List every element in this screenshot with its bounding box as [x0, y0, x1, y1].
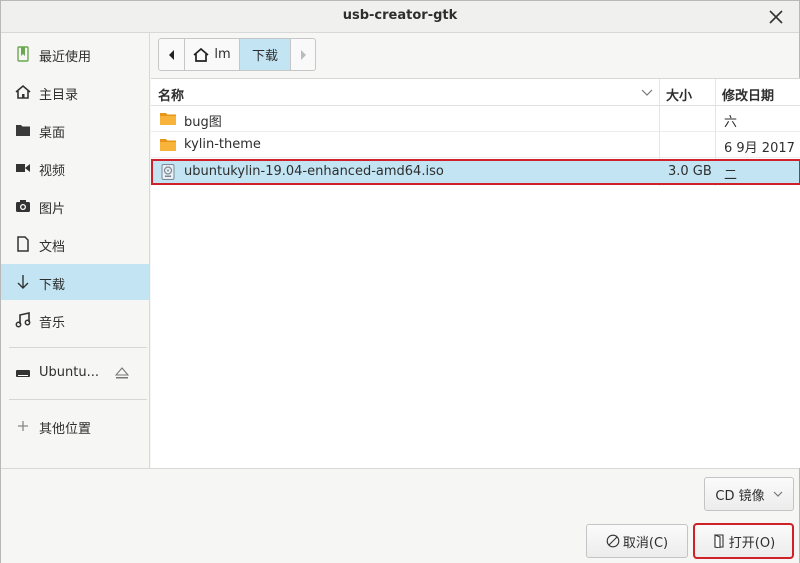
path-forward-button[interactable] [291, 39, 315, 70]
column-header-name[interactable]: 名称 [158, 85, 184, 104]
recent-icon [17, 46, 29, 62]
open-label: 打开(O) [728, 535, 776, 551]
eject-icon[interactable] [115, 367, 129, 380]
places-sidebar: 最近使用 主目录 桌面 视频 图片 文档 下载 音乐 Ubuntu... 其他位… [1, 33, 150, 468]
file-modified: 6 9月 2017 [724, 141, 795, 156]
camera-icon [16, 200, 30, 212]
path-bar: lm 下载 [158, 38, 316, 71]
chevron-left-icon [168, 49, 174, 60]
sidebar-item-label: 图片 [39, 202, 66, 217]
column-header-size[interactable]: 大小 [666, 85, 692, 104]
open-door-icon [714, 534, 724, 548]
sidebar-item-device[interactable]: Ubuntu... [1, 355, 149, 391]
chevron-down-icon[interactable] [641, 88, 653, 98]
file-modified: 六 [724, 115, 738, 130]
file-size: 3.0 GB [668, 164, 712, 179]
sidebar-item-home[interactable]: 主目录 [1, 74, 149, 110]
chevron-right-icon [301, 49, 306, 60]
file-name: ubuntukylin-19.04-enhanced-amd64.iso [184, 164, 444, 179]
plus-icon [18, 421, 28, 431]
sidebar-item-label: 音乐 [39, 316, 66, 331]
file-name: kylin-theme [184, 137, 261, 152]
title-bar: usb-creator-gtk [1, 1, 799, 33]
file-list-header: 名称 大小 修改日期 [151, 79, 800, 106]
disc-image-icon [161, 164, 175, 180]
file-name: bug图 [184, 115, 222, 130]
path-back-button[interactable] [159, 39, 185, 70]
file-row[interactable]: bug图 六 [151, 106, 800, 132]
cancel-label: 取消(C) [622, 535, 669, 551]
folder-icon [16, 125, 30, 136]
document-icon [17, 236, 29, 252]
folder-icon [160, 139, 176, 151]
file-type-filter-dropdown[interactable]: CD 镜像 [704, 477, 794, 511]
sidebar-item-label: 主目录 [39, 88, 79, 103]
sidebar-item-other-locations[interactable]: 其他位置 [1, 408, 149, 444]
filter-selected-label: CD 镜像 [715, 488, 765, 504]
home-icon [15, 84, 31, 99]
chevron-down-icon [773, 491, 783, 497]
path-home-label: lm [214, 47, 231, 62]
open-button[interactable]: 打开(O) [693, 523, 794, 559]
video-icon [16, 164, 30, 172]
sidebar-item-label: 视频 [39, 164, 66, 179]
sidebar-item-recent[interactable]: 最近使用 [1, 36, 149, 72]
folder-icon [160, 113, 176, 125]
cancel-button[interactable]: 取消(C) [586, 524, 688, 558]
file-modified: 二 [724, 168, 738, 183]
file-row-selected[interactable]: ubuntukylin-19.04-enhanced-amd64.iso 3.0… [151, 159, 800, 185]
home-icon [193, 47, 209, 62]
column-header-modified[interactable]: 修改日期 [722, 85, 774, 104]
file-list: 名称 大小 修改日期 bug图 六 kylin-theme 6 9月 2017 … [151, 78, 800, 468]
sidebar-item-music[interactable]: 音乐 [1, 302, 149, 338]
dialog-action-area: CD 镜像 取消(C) 打开(O) [1, 468, 799, 563]
sidebar-item-label: 桌面 [39, 126, 66, 141]
close-icon[interactable] [767, 8, 785, 26]
file-row[interactable]: kylin-theme 6 9月 2017 [151, 132, 800, 158]
file-chooser-window: usb-creator-gtk 最近使用 主目录 桌面 视频 图片 文档 下载 … [0, 0, 800, 563]
path-current-button[interactable]: 下载 [240, 39, 291, 70]
sidebar-divider [9, 347, 147, 348]
path-current-label: 下载 [251, 49, 278, 64]
sidebar-item-label: 下载 [39, 278, 66, 293]
drive-icon [16, 370, 30, 377]
sidebar-item-desktop[interactable]: 桌面 [1, 112, 149, 148]
cancel-icon [606, 534, 620, 548]
path-home-button[interactable]: lm [185, 39, 240, 70]
sidebar-item-documents[interactable]: 文档 [1, 226, 149, 262]
sidebar-item-downloads[interactable]: 下载 [1, 264, 149, 300]
sidebar-divider [9, 399, 147, 400]
sidebar-item-label: 其他位置 [39, 422, 92, 437]
sidebar-item-pictures[interactable]: 图片 [1, 188, 149, 224]
sidebar-item-videos[interactable]: 视频 [1, 150, 149, 186]
sidebar-item-label: 最近使用 [39, 50, 92, 65]
sidebar-item-label: Ubuntu... [39, 365, 99, 380]
window-title: usb-creator-gtk [342, 8, 458, 23]
sidebar-item-label: 文档 [39, 240, 66, 255]
download-icon [17, 275, 29, 289]
music-icon [15, 312, 31, 328]
